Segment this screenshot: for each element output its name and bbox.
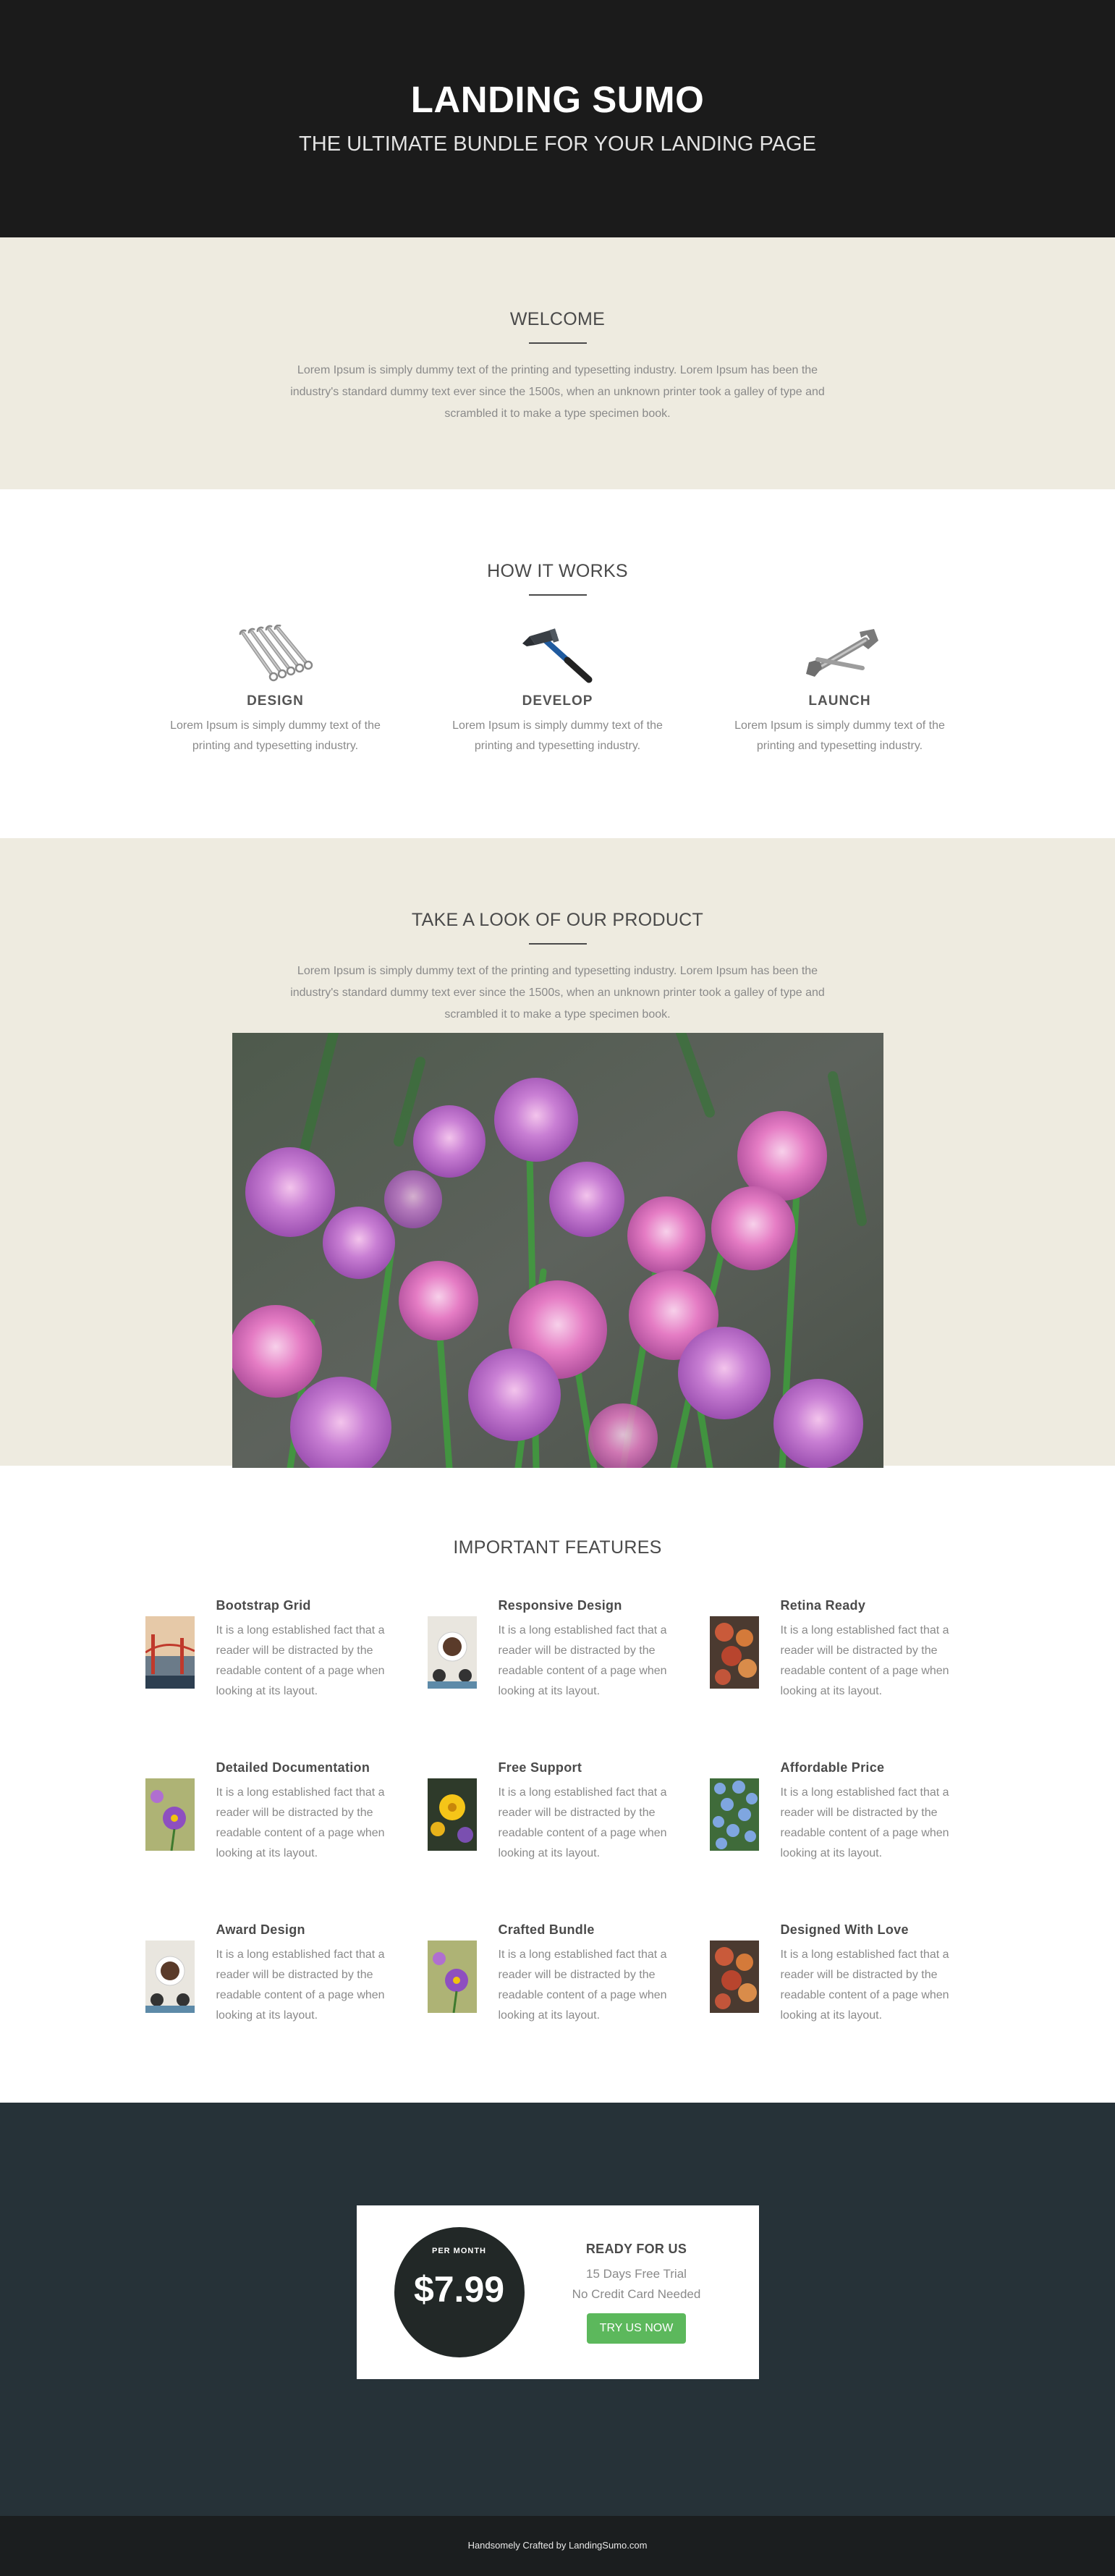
step-label: DEVELOP	[522, 693, 593, 709]
product-image	[232, 1033, 883, 1468]
feature-body: Free Support It is a long established fa…	[499, 1760, 687, 1922]
step-label: DESIGN	[247, 693, 304, 709]
step-text: Lorem Ipsum is simply dummy text of the …	[734, 719, 945, 752]
feature-grid: Bootstrap Grid It is a long established …	[145, 1597, 970, 2084]
feature-text: It is a long established fact that a rea…	[498, 1948, 667, 2022]
step-text: Lorem Ipsum is simply dummy text of the …	[170, 719, 381, 752]
feature-body: Bootstrap Grid It is a long established …	[216, 1597, 404, 1760]
feature-thumbnail	[427, 1616, 477, 1689]
site-title: LANDING SUMO	[410, 79, 705, 120]
try-us-now-button[interactable]: TRY US NOW	[586, 2313, 687, 2344]
feature-body: Retina Ready It is a long established fa…	[781, 1597, 969, 1760]
feature-body: Affordable Price It is a long establishe…	[781, 1760, 969, 1922]
wrench-set-icon	[229, 625, 323, 687]
welcome-text: Lorem Ipsum is simply dummy text of the …	[290, 364, 825, 420]
feature-text: It is a long established fact that a rea…	[216, 1786, 385, 1859]
trial-text: 15 Days Free Trial	[586, 2267, 687, 2281]
feature-thumbnail	[709, 1616, 759, 1689]
hammer-icon	[511, 625, 605, 687]
how-it-works-title: HOW IT WORKS	[487, 561, 628, 581]
site-tagline: THE ULTIMATE BUNDLE FOR YOUR LANDING PAG…	[299, 132, 816, 156]
hero-header: LANDING SUMO THE ULTIMATE BUNDLE FOR YOU…	[0, 0, 1115, 237]
features-section: IMPORTANT FEATURES Bootstrap Grid It is …	[0, 1466, 1115, 2103]
feature-title: Detailed Documentation	[216, 1760, 370, 1775]
feature-item: Affordable Price It is a long establishe…	[709, 1760, 992, 1922]
feature-title: Bootstrap Grid	[216, 1598, 311, 1613]
steps-row: DESIGN Lorem Ipsum is simply dummy text …	[0, 625, 1115, 756]
title-divider	[528, 943, 587, 945]
welcome-title: WELCOME	[509, 309, 606, 329]
ready-heading: READY FOR US	[585, 2242, 687, 2256]
footer: Handsomely Crafted by LandingSumo.com	[0, 2516, 1115, 2576]
feature-thumbnail	[145, 1616, 195, 1689]
per-month-label: PER MONTH	[432, 2247, 486, 2255]
step-design: DESIGN Lorem Ipsum is simply dummy text …	[135, 625, 417, 756]
feature-item: Award Design It is a long established fa…	[145, 1922, 428, 2084]
feature-title: Retina Ready	[780, 1598, 866, 1613]
features-title: IMPORTANT FEATURES	[453, 1537, 662, 1558]
feature-body: Responsive Design It is a long establish…	[499, 1597, 687, 1760]
step-label: LAUNCH	[808, 693, 871, 709]
feature-item: Free Support It is a long established fa…	[427, 1760, 710, 1922]
feature-thumbnail	[709, 1778, 759, 1851]
feature-thumbnail	[427, 1778, 477, 1851]
feature-title: Crafted Bundle	[498, 1922, 595, 1937]
feature-title: Affordable Price	[780, 1760, 885, 1775]
product-title: TAKE A LOOK OF OUR PRODUCT	[411, 910, 704, 930]
pricing-card: PER MONTH $7.99 READY FOR US 15 Days Fre…	[356, 2205, 759, 2379]
feature-text: It is a long established fact that a rea…	[498, 1786, 667, 1859]
feature-text: It is a long established fact that a rea…	[216, 1624, 385, 1697]
feature-thumbnail	[145, 1941, 195, 2013]
price-value: $7.99	[413, 2269, 505, 2310]
feature-item: Detailed Documentation It is a long esta…	[145, 1760, 428, 1922]
feature-thumbnail	[427, 1941, 477, 2013]
feature-item: Bootstrap Grid It is a long established …	[145, 1597, 428, 1760]
no-card-text: No Credit Card Needed	[572, 2287, 701, 2301]
footer-credit: Handsomely Crafted by LandingSumo.com	[467, 2540, 648, 2551]
feature-text: It is a long established fact that a rea…	[780, 1624, 949, 1697]
product-text: Lorem Ipsum is simply dummy text of the …	[290, 965, 825, 1021]
welcome-section: WELCOME Lorem Ipsum is simply dummy text…	[0, 237, 1115, 489]
feature-item: Crafted Bundle It is a long established …	[427, 1922, 710, 2084]
feature-body: Detailed Documentation It is a long esta…	[216, 1760, 404, 1922]
feature-body: Designed With Love It is a long establis…	[781, 1922, 969, 2084]
product-section: TAKE A LOOK OF OUR PRODUCT Lorem Ipsum i…	[0, 838, 1115, 1468]
how-it-works-section: HOW IT WORKS DESIGN Lorem Ipsum is simpl…	[0, 489, 1115, 838]
feature-text: It is a long established fact that a rea…	[780, 1786, 949, 1859]
step-launch: LAUNCH Lorem Ipsum is simply dummy text …	[699, 625, 981, 756]
title-divider	[528, 594, 587, 596]
price-badge: PER MONTH $7.99	[394, 2227, 525, 2357]
feature-title: Designed With Love	[780, 1922, 909, 1937]
feature-title: Award Design	[216, 1922, 305, 1937]
step-develop: DEVELOP Lorem Ipsum is simply dummy text…	[417, 625, 699, 756]
feature-title: Free Support	[498, 1760, 582, 1775]
pricing-section: PER MONTH $7.99 READY FOR US 15 Days Fre…	[0, 2103, 1115, 2516]
feature-body: Award Design It is a long established fa…	[216, 1922, 404, 2084]
title-divider	[528, 342, 587, 344]
feature-text: It is a long established fact that a rea…	[498, 1624, 667, 1697]
step-text: Lorem Ipsum is simply dummy text of the …	[452, 719, 663, 752]
adjustable-wrench-icon	[793, 625, 887, 687]
feature-item: Designed With Love It is a long establis…	[709, 1922, 992, 2084]
feature-thumbnail	[709, 1941, 759, 2013]
feature-text: It is a long established fact that a rea…	[216, 1948, 385, 2022]
feature-item: Retina Ready It is a long established fa…	[709, 1597, 992, 1760]
pricing-info: READY FOR US 15 Days Free Trial No Credi…	[525, 2241, 759, 2344]
feature-body: Crafted Bundle It is a long established …	[499, 1922, 687, 2084]
feature-title: Responsive Design	[498, 1598, 622, 1613]
feature-text: It is a long established fact that a rea…	[780, 1948, 949, 2022]
feature-item: Responsive Design It is a long establish…	[427, 1597, 710, 1760]
feature-thumbnail	[145, 1778, 195, 1851]
